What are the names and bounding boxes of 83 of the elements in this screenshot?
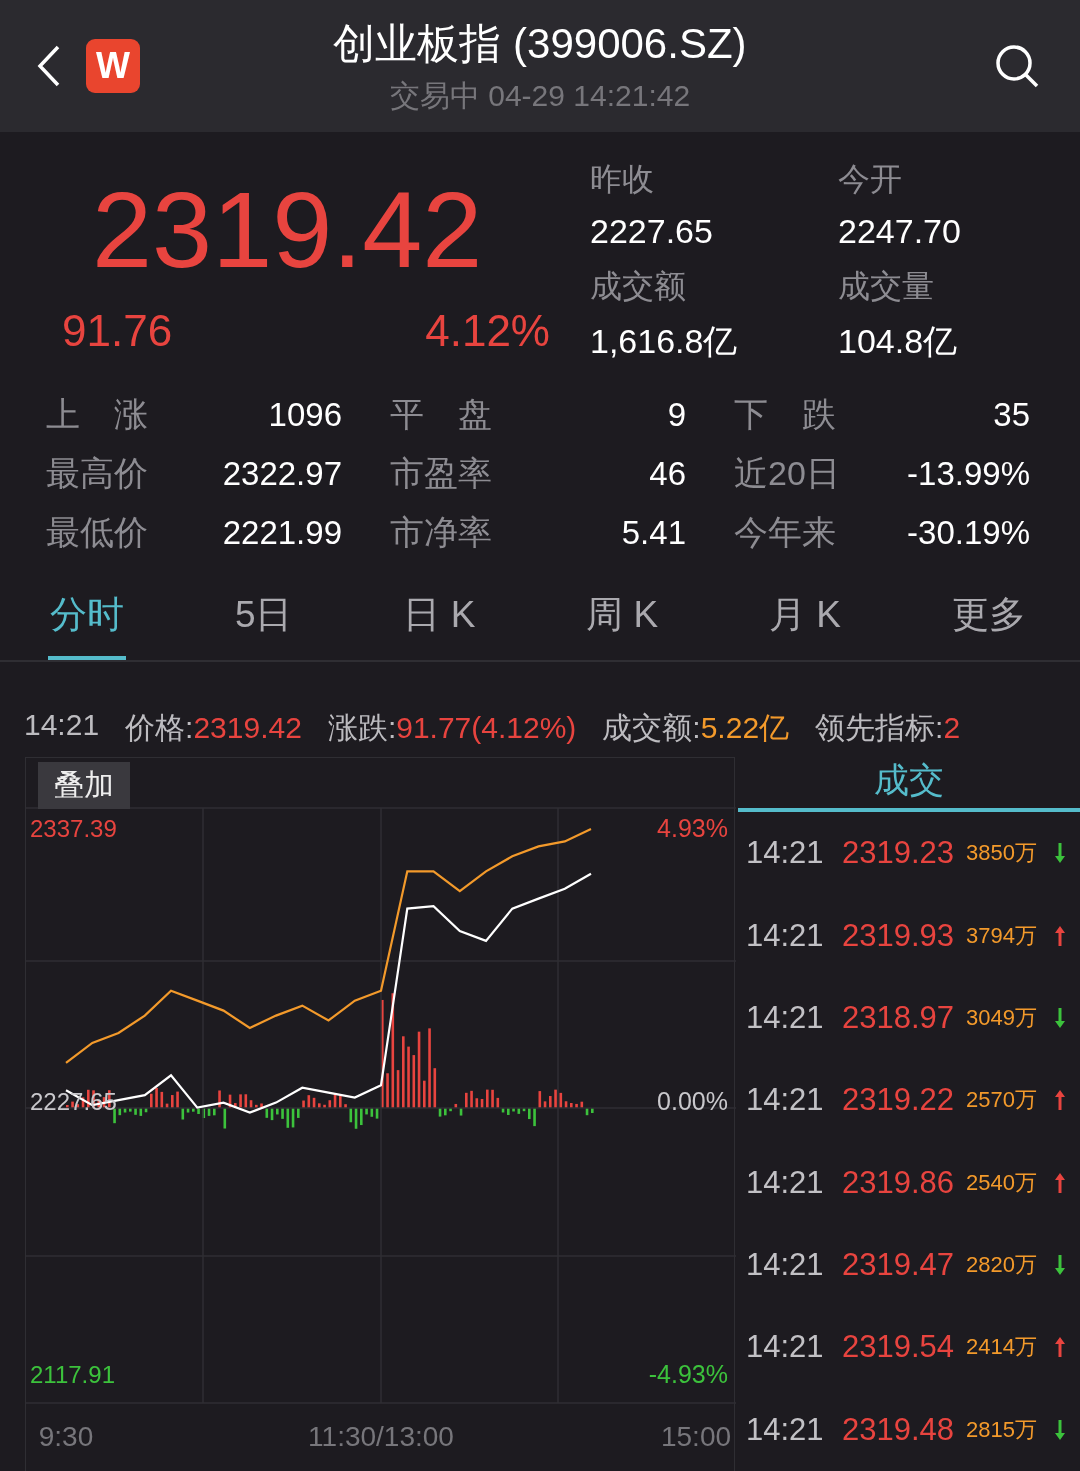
- stat-label: 下 跌: [734, 394, 836, 435]
- info-value: 5.22亿: [700, 711, 790, 744]
- trade-volume: 2815万: [966, 1415, 1038, 1444]
- stat-value: 35: [993, 396, 1030, 434]
- price-change: 91.76: [62, 306, 173, 356]
- percent-axis-label: 4.93%: [657, 814, 728, 842]
- stat-label: 最高价: [46, 453, 148, 494]
- stat-value: 2221.99: [222, 514, 342, 552]
- trade-time: 14:21: [746, 835, 825, 872]
- stat-label: 近20日: [734, 453, 840, 494]
- time-axis-label: 9:30: [38, 1421, 94, 1452]
- trade-time: 14:21: [746, 1164, 825, 1201]
- overlay-button[interactable]: 叠加: [38, 762, 130, 809]
- info-value: 91.77(4.12%): [396, 711, 577, 744]
- chart-tab[interactable]: 更多: [949, 587, 1028, 660]
- percent-change: 4.12%: [425, 306, 550, 356]
- back-icon[interactable]: [36, 44, 62, 88]
- trade-price: 2319.93: [842, 917, 956, 954]
- stat-value: 2322.97: [222, 455, 342, 493]
- stat-value: 1096: [268, 396, 342, 434]
- page-title: 创业板指 (399006.SZ): [333, 18, 747, 69]
- chart-tab[interactable]: 周 K: [584, 587, 661, 660]
- y-axis-label: 2337.39: [30, 815, 117, 842]
- y-axis-label: 2117.91: [30, 1361, 115, 1388]
- info-time: 14:21: [24, 708, 100, 743]
- stat-value: -13.99%: [907, 455, 1030, 493]
- percent-axis-label: 0.00%: [657, 1087, 728, 1115]
- info-label: 领先指标:: [815, 711, 944, 744]
- stat-label: 最低价: [46, 512, 148, 553]
- info-value: 2: [943, 711, 961, 744]
- trade-price: 2319.86: [842, 1164, 956, 1201]
- quote-label: 成交额: [590, 267, 687, 306]
- info-label: 价格:: [125, 711, 194, 744]
- trade-time: 14:21: [746, 999, 825, 1036]
- stat-label: 上 涨: [46, 394, 148, 435]
- percent-axis-label: -4.93%: [648, 1360, 728, 1388]
- trade-volume: 2540万: [966, 1168, 1038, 1197]
- trade-time: 14:21: [746, 1082, 825, 1119]
- stat-label: 市盈率: [390, 453, 492, 494]
- chart-tab[interactable]: 分时: [48, 587, 126, 660]
- time-axis-label: 15:00: [660, 1421, 732, 1452]
- trade-volume: 3049万: [966, 1003, 1038, 1032]
- info-label: 成交额:: [602, 711, 701, 744]
- trade-volume: 3850万: [966, 839, 1038, 868]
- stat-label: 平 盘: [390, 394, 492, 435]
- stat-value: -30.19%: [907, 514, 1030, 552]
- trades-tab[interactable]: 成交: [738, 757, 1080, 812]
- chart-tab[interactable]: 5日: [232, 587, 295, 660]
- stat-label: 市净率: [390, 512, 492, 553]
- quote-label: 成交量: [838, 267, 935, 306]
- quote-label: 今开: [838, 160, 903, 199]
- quote-label: 昨收: [590, 160, 655, 199]
- stat-value: 5.41: [621, 514, 686, 552]
- trade-volume: 2820万: [966, 1251, 1038, 1280]
- trade-volume: 2414万: [966, 1333, 1038, 1362]
- app-logo: W: [86, 39, 140, 93]
- time-axis-label: 11:30/13:00: [308, 1421, 454, 1452]
- trade-volume: 3794万: [966, 921, 1038, 950]
- chart-tab[interactable]: 月 K: [767, 587, 844, 660]
- quote-value: 1,616.8亿: [590, 321, 739, 362]
- trade-price: 2319.22: [842, 1082, 956, 1119]
- quote-value: 2247.70: [838, 212, 962, 251]
- trade-price: 2319.47: [842, 1247, 956, 1284]
- quote-value: 104.8亿: [838, 321, 959, 362]
- current-price: 2319.42: [91, 170, 484, 290]
- trade-time: 14:21: [746, 1329, 825, 1366]
- stat-value: 9: [667, 396, 686, 434]
- trade-volume: 2570万: [966, 1086, 1038, 1115]
- search-icon[interactable]: [994, 43, 1040, 89]
- trade-time: 14:21: [746, 1247, 825, 1284]
- quote-value: 2227.65: [590, 212, 714, 251]
- info-label: 涨跌:: [327, 711, 397, 744]
- chart-tab[interactable]: 日 K: [401, 587, 478, 660]
- trade-price: 2319.54: [842, 1329, 956, 1366]
- trade-price: 2319.48: [842, 1411, 956, 1448]
- trade-time: 14:21: [746, 917, 825, 954]
- trading-status: 交易中 04-29 14:21:42: [389, 77, 691, 114]
- stat-value: 46: [649, 455, 686, 493]
- stat-label: 今年来: [734, 512, 836, 553]
- trade-time: 14:21: [746, 1411, 825, 1448]
- trade-price: 2318.97: [842, 999, 956, 1036]
- info-value: 2319.42: [193, 711, 302, 744]
- trade-price: 2319.23: [842, 835, 956, 872]
